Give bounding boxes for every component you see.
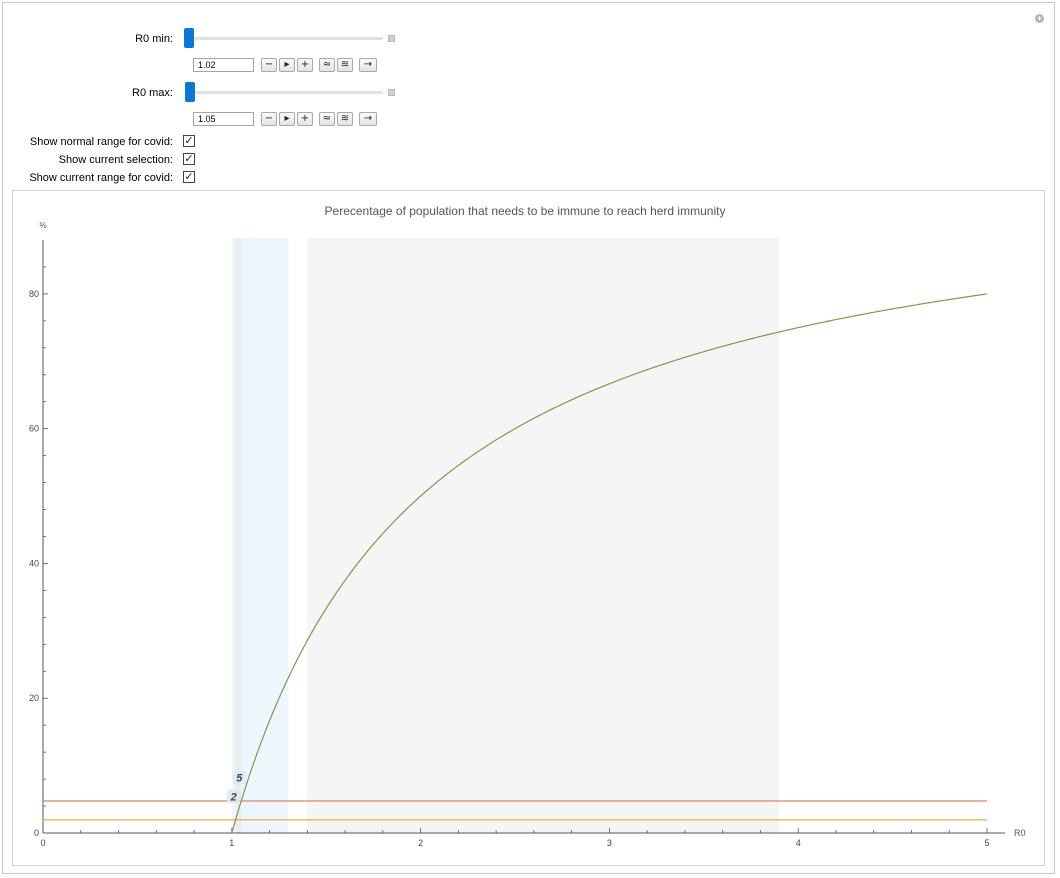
x-tick-label: 5 [984,838,989,848]
annotation-label: 5 [236,772,243,784]
y-tick-label: 0 [34,828,39,838]
y-tick-label: 20 [29,693,39,703]
x-tick-label: 0 [40,838,45,848]
shaded-region [235,238,242,833]
annotation-label: 2 [230,791,237,803]
y-tick-label: 60 [29,424,39,434]
herd-immunity-chart: Perecentage of population that needs to … [29,204,1026,848]
x-tick-label: 2 [418,838,423,848]
x-axis-label: R0 [1014,828,1026,838]
x-tick-label: 4 [796,838,801,848]
chart-title: Perecentage of population that needs to … [325,204,726,218]
x-tick-label: 1 [229,838,234,848]
y-tick-label: 40 [29,558,39,568]
y-axis-label: % [39,221,46,230]
y-tick-label: 80 [29,289,39,299]
shaded-region [307,238,780,833]
x-tick-label: 3 [607,838,612,848]
